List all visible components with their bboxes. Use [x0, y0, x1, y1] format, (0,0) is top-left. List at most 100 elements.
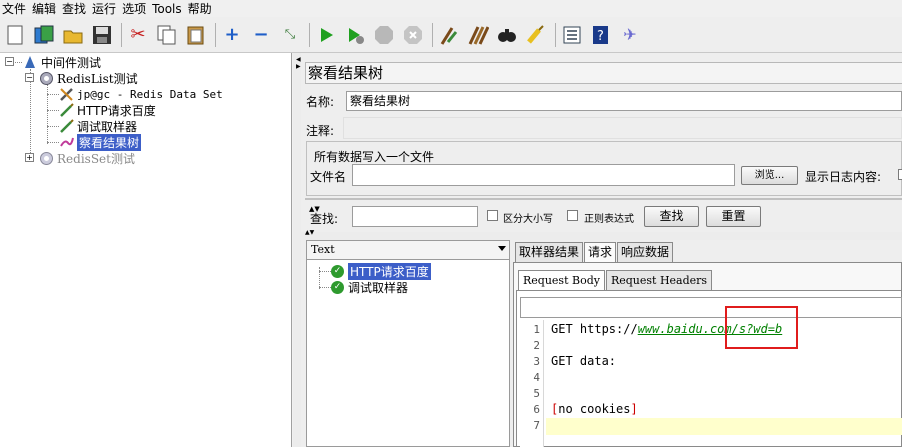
test-plan-tree: − 中间件测试 − RedisList测试 jp@gc - Redis Data…: [0, 53, 292, 447]
tab-sampler-result[interactable]: 取样器结果: [515, 242, 584, 262]
splitter-arrows[interactable]: ▲▼: [305, 230, 314, 236]
results-list: Text ✓ HTTP请求百度 ✓ 调试取样器: [306, 240, 510, 447]
case-sensitive-label: 区分大小写: [503, 214, 553, 225]
tree-node-label: 调试取样器: [77, 119, 138, 134]
tree-line: [30, 69, 31, 157]
name-field[interactable]: 察看结果树: [346, 91, 902, 111]
reset-button[interactable]: 重置: [706, 206, 761, 227]
tree-node-label: jp@gc - Redis Data Set: [77, 87, 223, 101]
tab-request-headers[interactable]: Request Headers: [605, 270, 713, 290]
save-icon[interactable]: [90, 22, 114, 48]
tab-request[interactable]: 请求: [584, 242, 617, 263]
menu-edit[interactable]: 编辑: [32, 0, 56, 17]
search-icon[interactable]: [495, 22, 519, 48]
toggle-icon[interactable]: ⤡: [278, 22, 302, 48]
line-number: 7: [533, 419, 540, 432]
find-button[interactable]: 查找: [644, 206, 699, 227]
chevron-down-icon: [498, 246, 506, 251]
remote-icon[interactable]: ✈: [618, 22, 642, 48]
cookies-text: no cookies: [558, 402, 631, 416]
search-input[interactable]: [352, 206, 478, 227]
tree-node-view-results-tree[interactable]: 察看结果树: [58, 133, 142, 151]
request-method-url: GET https://: [551, 322, 638, 336]
menu-file[interactable]: 文件: [2, 0, 26, 17]
help-icon[interactable]: ?: [589, 22, 613, 48]
menu-help[interactable]: 帮助: [188, 0, 212, 17]
result-item[interactable]: ✓ HTTP请求百度: [331, 262, 431, 280]
sampler-pen-icon: [58, 102, 74, 118]
regex-checkbox[interactable]: [567, 210, 578, 221]
clear-all-icon[interactable]: [466, 22, 490, 48]
regex-label: 正则表达式: [584, 214, 634, 225]
collapse-toggle[interactable]: −: [25, 73, 34, 82]
start-icon[interactable]: [314, 22, 338, 48]
remove-icon[interactable]: −: [249, 22, 273, 48]
templates-icon[interactable]: [32, 22, 56, 48]
toolbar-divider: [555, 22, 556, 47]
menu-run[interactable]: 运行: [92, 0, 116, 17]
toolbar: ✂ + − ⤡ ? ✈: [0, 17, 902, 53]
add-icon[interactable]: +: [220, 22, 244, 48]
open-icon[interactable]: [61, 22, 85, 48]
start-no-pause-icon[interactable]: [343, 22, 367, 48]
comment-label: 注释:: [306, 124, 335, 138]
result-tabs: 取样器结果 请求 响应数据: [515, 242, 674, 263]
menu-search[interactable]: 查找: [62, 0, 86, 17]
success-check-icon: ✓: [331, 280, 344, 294]
result-item-label: HTTP请求百度: [348, 262, 431, 280]
stop-icon[interactable]: [372, 22, 396, 48]
filename-field[interactable]: [352, 164, 735, 186]
clear-icon[interactable]: [437, 22, 461, 48]
menu-tools[interactable]: Tools: [152, 2, 182, 16]
success-check-icon: ✓: [331, 264, 344, 278]
function-helper-icon[interactable]: [560, 22, 584, 48]
tree-node-test-plan[interactable]: 中间件测试: [22, 54, 101, 70]
gear-icon: [38, 150, 54, 166]
svg-text:?: ?: [597, 29, 604, 44]
renderer-value: Text: [311, 243, 335, 256]
browse-button[interactable]: 浏览...: [741, 166, 798, 185]
menu-options[interactable]: 选项: [122, 0, 146, 17]
comment-field[interactable]: [343, 117, 902, 139]
annotation-highlight-box: [725, 306, 798, 349]
line-number: 3: [533, 355, 540, 368]
horizontal-splitter[interactable]: [301, 232, 902, 240]
tree-node-redis-data-set[interactable]: jp@gc - Redis Data Set: [58, 86, 223, 102]
tree-node-http-request[interactable]: HTTP请求百度: [58, 102, 156, 118]
line-number: 5: [533, 387, 540, 400]
shutdown-icon[interactable]: [401, 22, 425, 48]
code-line-3[interactable]: GET data:: [551, 354, 616, 368]
reset-search-icon[interactable]: [524, 22, 548, 48]
menu-bar: 文件 编辑 查找 运行 选项 Tools 帮助: [0, 0, 902, 17]
cut-icon[interactable]: ✂: [126, 22, 150, 48]
vertical-splitter[interactable]: [293, 53, 301, 447]
tab-request-body[interactable]: Request Body: [518, 270, 605, 290]
splitter-arrows[interactable]: ◀ ▶: [296, 56, 301, 70]
divider: [305, 198, 902, 200]
editor-search-bar[interactable]: [520, 297, 902, 318]
bracket: ]: [630, 402, 638, 416]
copy-icon[interactable]: [155, 22, 179, 48]
log-content-checkbox[interactable]: [898, 169, 902, 180]
result-item[interactable]: ✓ 调试取样器: [331, 279, 408, 295]
tree-line: [319, 287, 331, 288]
line-number: 2: [533, 339, 540, 352]
line-number: 6: [533, 403, 540, 416]
toolbar-divider: [432, 22, 433, 47]
tab-response-data[interactable]: 响应数据: [617, 242, 674, 262]
case-sensitive-checkbox[interactable]: [487, 210, 498, 221]
code-line-6[interactable]: [no cookies]: [551, 402, 638, 416]
expand-toggle[interactable]: +: [25, 153, 34, 162]
collapse-toggle[interactable]: −: [5, 57, 14, 66]
listener-icon: [58, 134, 74, 150]
paste-icon[interactable]: [184, 22, 208, 48]
new-icon[interactable]: [3, 22, 27, 48]
tree-line: [47, 84, 48, 144]
search-label: 查找:: [310, 212, 339, 226]
current-line-highlight: [546, 418, 902, 435]
tree-node-debug-sampler[interactable]: 调试取样器: [58, 118, 137, 134]
renderer-select[interactable]: Text: [307, 241, 509, 260]
tree-node-thread-group-list[interactable]: RedisList测试: [38, 70, 138, 86]
tree-node-label: HTTP请求百度: [77, 103, 156, 118]
tree-node-thread-group-set[interactable]: RedisSet测试: [38, 150, 135, 166]
